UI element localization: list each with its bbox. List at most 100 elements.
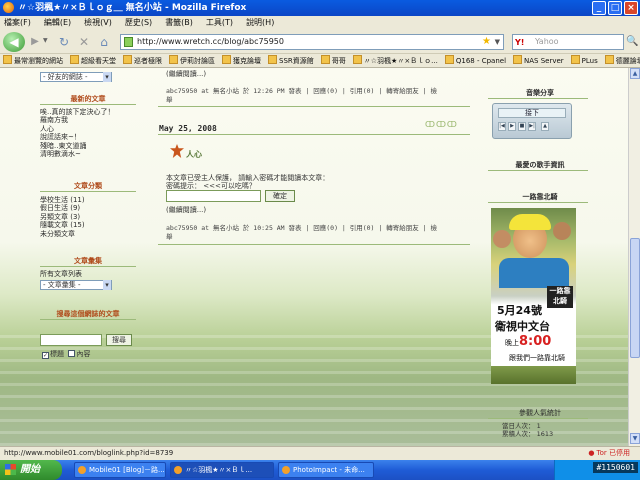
collection-label: 所有文章列表: [40, 270, 82, 278]
post2-read-more[interactable]: (繼續閱讀...): [166, 205, 206, 215]
category-link[interactable]: 未分類文章: [40, 230, 85, 238]
bookmark-item[interactable]: NAS Server: [513, 54, 564, 67]
bookmark-item[interactable]: 巡者極限: [123, 54, 162, 67]
category-link[interactable]: 隨載文章 (15): [40, 221, 85, 229]
play-icon[interactable]: ▶: [508, 122, 516, 131]
category-list: 學校生活 (11) 假日生活 (9) 另類文章 (3) 隨載文章 (15) 未分…: [40, 196, 85, 238]
bookmark-item[interactable]: 獲克論壇: [222, 54, 261, 67]
rider-figure: [493, 230, 511, 248]
recent-post-link[interactable]: 人心: [40, 125, 114, 133]
stop-icon[interactable]: ■: [518, 122, 526, 131]
divider: [488, 418, 588, 419]
navigation-toolbar: ◀ ▶ ▼ ↻ ✕ ⌂ http://www.wretch.cc/blog/ab…: [0, 30, 640, 54]
blog-search-title: 搜尋這個網誌的文章: [56, 310, 120, 318]
promo-poster-image[interactable]: 一路靠北騎 5月24號 衛視中文台 晚上8:00 跟我們一路靠北騎: [491, 208, 576, 384]
prev-track-icon[interactable]: |◀: [498, 122, 506, 131]
post-separator: [158, 106, 470, 107]
divider: [40, 191, 136, 192]
recent-post-link[interactable]: 說謊話來~！: [40, 133, 114, 141]
address-url: http://www.wretch.cc/blog/abc75950: [137, 37, 284, 46]
poster-channel: 衛視中文台: [495, 320, 550, 333]
history-dropdown-icon[interactable]: ▼: [43, 37, 48, 44]
category-link[interactable]: 另類文章 (3): [40, 213, 85, 221]
yahoo-engine-icon[interactable]: Y!: [515, 36, 524, 50]
scroll-thumb[interactable]: [630, 238, 640, 358]
content-checkbox[interactable]: [68, 350, 76, 357]
search-input[interactable]: Y! Yahoo: [512, 34, 624, 50]
rider-figure: [553, 222, 571, 240]
friends-blog-select[interactable]: - 好友的網誌 -: [40, 72, 112, 82]
post2-password-input[interactable]: [166, 190, 261, 202]
music-share-title: 音樂分享: [526, 89, 554, 97]
bookmark-item[interactable]: 哥哥: [321, 54, 346, 67]
recent-post-link[interactable]: 羅南方我: [40, 116, 114, 124]
bookmark-item[interactable]: 最常瀏覽的網站: [3, 54, 63, 67]
taskbar-item[interactable]: Mobile01 [Blog]－路...: [74, 462, 166, 478]
search-options: ✓ 標題 內容: [42, 349, 90, 359]
menu-edit[interactable]: 編輯(E): [44, 16, 71, 30]
favorite-singer-title[interactable]: 最愛の歌手資訊: [490, 160, 590, 170]
recent-posts-list: 唉..真的該下定決心了！ 羅南方我 人心 說謊話來~！ 殘暗..東文道誦 清明數…: [40, 108, 114, 158]
maximize-button[interactable]: □: [608, 1, 622, 15]
post2-date: May 25, 2008: [159, 124, 217, 133]
page-content: - 好友的網誌 - 最新的文章 唉..真的該下定決心了！ 羅南方我 人心 說謊話…: [0, 68, 628, 446]
back-button[interactable]: ◀: [3, 32, 25, 52]
blog-search-button[interactable]: 搜尋: [106, 334, 132, 346]
bookmark-item[interactable]: SSR資源館: [268, 54, 314, 67]
taskbar-item[interactable]: 〃☆羽楓★〃×Ｂｌ...: [170, 462, 274, 478]
bookmark-item[interactable]: PLus: [571, 54, 598, 67]
reload-icon[interactable]: ↻: [56, 34, 72, 50]
bookmark-star-icon[interactable]: ★: [482, 35, 491, 49]
menu-help[interactable]: 說明(H): [246, 16, 274, 30]
poster-time-prefix: 晚上: [505, 339, 519, 347]
firefox-icon: [3, 2, 14, 13]
post2-submit-button[interactable]: 確定: [265, 190, 295, 202]
music-player[interactable]: 接下 |◀ ▶ ■ ▶| ▲: [492, 103, 572, 139]
menu-bookmarks[interactable]: 書籤(B): [165, 16, 193, 30]
bookmarks-bar: 最常瀏覽的網站 超級看天堂 巡者極限 伊莉討論區 獲克論壇 SSR資源館 哥哥 …: [0, 54, 640, 68]
start-button[interactable]: 開始: [0, 460, 62, 480]
divider: [488, 98, 588, 99]
category-title: 文章分類: [74, 182, 102, 190]
taskbar-item[interactable]: PhotoImpact - 未命...: [278, 462, 374, 478]
post2-title[interactable]: 人心: [186, 149, 202, 160]
poster-logo-badge: 一路靠北騎: [547, 286, 573, 308]
bookmark-item[interactable]: Q168 - Cpanel: [445, 54, 506, 67]
collection-title: 文章彙集: [74, 257, 102, 265]
menu-file[interactable]: 檔案(F): [4, 16, 31, 30]
bookmark-item[interactable]: 伊莉討論區: [169, 54, 215, 67]
post1-meta-cont: 舉: [166, 96, 173, 104]
window-titlebar[interactable]: 〃☆羽楓★〃×Ｂｌｏｇ＿ 無名小站 - Mozilla Firefox _ □ …: [0, 0, 640, 16]
minimize-button[interactable]: _: [592, 1, 606, 15]
window-controls: _ □ ×: [592, 1, 638, 15]
blog-search-input[interactable]: [40, 334, 102, 346]
scroll-down-icon[interactable]: ▼: [630, 433, 640, 444]
stop-icon[interactable]: ✕: [76, 34, 92, 50]
vertical-scrollbar[interactable]: ▲ ▼: [628, 68, 640, 446]
home-icon[interactable]: ⌂: [96, 34, 112, 50]
menu-history[interactable]: 歷史(S): [125, 16, 152, 30]
bookmark-item[interactable]: 超級看天堂: [70, 54, 116, 67]
bookmark-item[interactable]: 德麗論壇: [605, 54, 640, 67]
visitor-stats-title: 參觀人氣統計: [519, 409, 561, 417]
url-dropdown-icon[interactable]: ▼: [495, 35, 500, 49]
forward-button[interactable]: ▶: [27, 35, 43, 49]
address-bar[interactable]: http://www.wretch.cc/blog/abc75950 ★ ▼: [120, 34, 504, 50]
scroll-up-icon[interactable]: ▲: [630, 68, 640, 79]
bookmark-item[interactable]: 〃☆羽楓★〃×Ｂｌｏ...: [353, 54, 438, 67]
category-link[interactable]: 假日生活 (9): [40, 204, 85, 212]
close-button[interactable]: ×: [624, 1, 638, 15]
tor-status[interactable]: Tor 已停用: [588, 447, 630, 460]
next-track-icon[interactable]: ▶|: [528, 122, 536, 131]
collection-select[interactable]: - 文章彙集 -: [40, 280, 112, 290]
post1-read-more[interactable]: (繼續閱讀...): [166, 69, 206, 79]
recent-post-link[interactable]: 清明數滴水~: [40, 150, 114, 158]
recent-post-link[interactable]: 殘暗..東文道誦: [40, 142, 114, 150]
search-go-icon[interactable]: 🔍: [626, 36, 638, 47]
eject-icon[interactable]: ▲: [541, 122, 549, 131]
menu-tools[interactable]: 工具(T): [206, 16, 233, 30]
menu-bar: 檔案(F) 編輯(E) 檢視(V) 歷史(S) 書籤(B) 工具(T) 說明(H…: [0, 16, 640, 30]
title-checkbox[interactable]: ✓: [42, 352, 49, 359]
menu-view[interactable]: 檢視(V): [84, 16, 112, 30]
total-value: 1613: [536, 430, 554, 438]
